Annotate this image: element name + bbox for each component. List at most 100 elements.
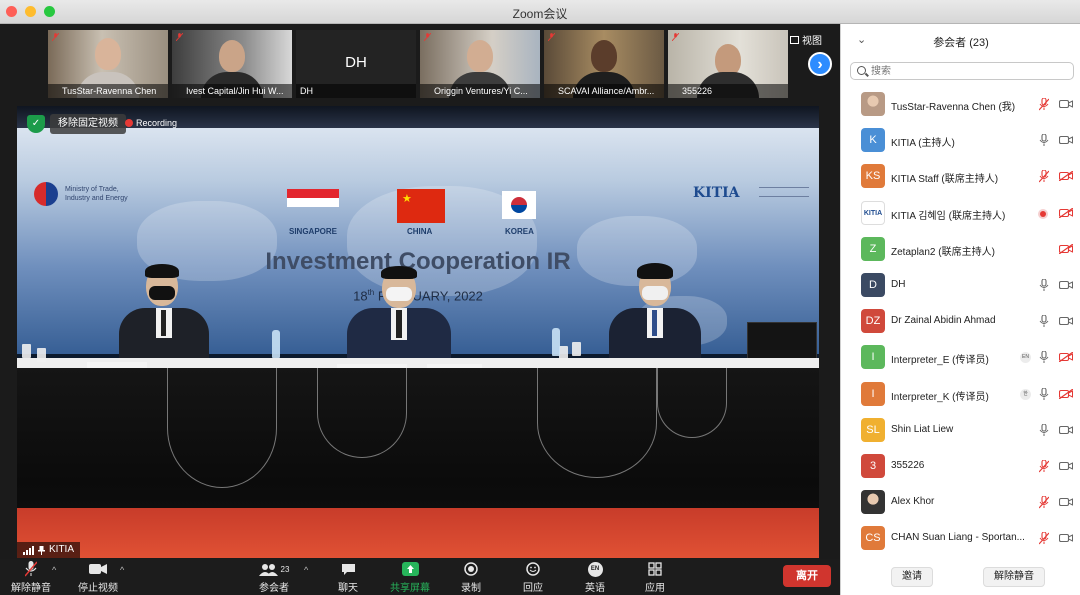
participant-name: Zetaplan2 (联席主持人) — [891, 246, 995, 258]
search-input[interactable] — [871, 64, 1066, 78]
kitia-logo-avatar: KITIA — [861, 200, 885, 225]
participants-options-caret[interactable]: ^ — [304, 565, 308, 575]
reactions-button[interactable]: 回应 — [520, 561, 546, 594]
video-camera-icon[interactable] — [1059, 425, 1073, 435]
avatar: CS — [861, 526, 885, 551]
mic-muted-icon — [176, 33, 183, 41]
participant-row[interactable]: KITIA KITIA 김혜임 (联席主持人) — [841, 195, 1080, 231]
mic-icon[interactable] — [1039, 423, 1049, 437]
flag-label: KOREA — [505, 227, 534, 236]
participant-row[interactable]: I Interpreter_K (传译员) 한 — [841, 376, 1080, 412]
participants-icon — [258, 563, 278, 576]
avatar: I — [861, 345, 885, 370]
video-camera-icon[interactable] — [1059, 497, 1073, 507]
avatar — [861, 490, 885, 515]
participants-button[interactable]: 23 参会者 — [256, 561, 292, 594]
video-camera-icon[interactable] — [1059, 316, 1073, 326]
participant-row[interactable]: 3 355226 — [841, 448, 1080, 484]
share-screen-icon — [401, 562, 419, 576]
participant-row[interactable]: CS CHAN Suan Liang - Sportan... — [841, 520, 1080, 556]
search-box[interactable] — [850, 62, 1074, 80]
participant-name: Interpreter_K (传译员) — [891, 391, 989, 403]
view-button[interactable]: 视图 — [790, 32, 822, 47]
record-button[interactable]: 录制 — [458, 561, 484, 594]
video-tile[interactable]: Origgin Ventures/Yi C... — [420, 30, 540, 98]
mic-muted-icon[interactable] — [1039, 532, 1049, 545]
shield-icon: ✓ — [27, 115, 45, 133]
panel-title: 参会者 (23) — [933, 37, 989, 49]
video-off-icon[interactable] — [1059, 243, 1073, 254]
chat-button[interactable]: 聊天 — [334, 561, 362, 594]
video-off-icon[interactable] — [1059, 388, 1073, 399]
video-tile[interactable]: TusStar-Ravenna Chen — [48, 30, 168, 98]
apps-button[interactable]: 应用 — [642, 561, 668, 594]
participant-name: Shin Liat Liew — [891, 423, 954, 435]
video-options-caret[interactable]: ^ — [120, 565, 124, 575]
mic-icon[interactable] — [1039, 134, 1049, 147]
mic-icon[interactable] — [1039, 387, 1049, 401]
mic-muted-icon[interactable] — [1039, 98, 1049, 111]
recording-icon — [1040, 210, 1046, 217]
participant-row[interactable]: Z Zetaplan2 (联席主持人) — [841, 231, 1080, 267]
ministry-logo — [34, 182, 58, 206]
avatar: SL — [861, 417, 885, 442]
language-button[interactable]: EN 英语 — [582, 561, 608, 594]
audio-options-caret[interactable]: ^ — [52, 565, 56, 575]
mic-muted-icon — [25, 561, 37, 577]
unmute-all-button[interactable]: 解除静音 — [983, 567, 1045, 587]
participant-row[interactable]: TusStar-Ravenna Chen (我) — [841, 86, 1080, 122]
tile-name: TusStar-Ravenna Chen — [48, 84, 168, 98]
mic-icon[interactable] — [1039, 278, 1049, 292]
video-camera-icon — [89, 564, 107, 574]
participant-name: TusStar-Ravenna Chen (我) — [891, 102, 1016, 113]
mic-muted-icon — [424, 33, 431, 41]
unpin-video-button[interactable]: 移除固定视频 — [50, 114, 126, 134]
stage-carpet — [17, 508, 819, 558]
participant-row[interactable]: DZ Dr Zainal Abidin Ahmad — [841, 303, 1080, 339]
pinned-video[interactable]: ✓ 移除固定视频 Recording Ministry of Trade, In… — [17, 106, 819, 558]
mic-muted-icon — [52, 33, 59, 41]
video-off-icon[interactable] — [1059, 207, 1073, 218]
mic-muted-icon[interactable] — [1039, 496, 1049, 509]
participant-name: Dr Zainal Abidin Ahmad — [891, 315, 996, 327]
video-camera-icon[interactable] — [1059, 461, 1073, 471]
mic-icon[interactable] — [1039, 351, 1049, 364]
zoom-window: Zoom会议 TusStar-Ravenna Chen Ivest Capita… — [0, 0, 1080, 595]
avatar: D — [861, 272, 885, 297]
participant-row[interactable]: K KITIA (主持人) — [841, 122, 1080, 158]
pin-icon — [38, 545, 45, 555]
apps-icon — [648, 562, 662, 576]
participant-row[interactable]: KS KITIA Staff (联席主持人) — [841, 158, 1080, 194]
video-tile[interactable]: 355226 — [668, 30, 788, 98]
video-tile[interactable]: DH DH — [296, 30, 416, 98]
stop-video-button[interactable]: 停止视频 — [76, 561, 120, 594]
participant-name: Interpreter_E (传译员) — [891, 355, 989, 367]
video-off-icon[interactable] — [1059, 171, 1073, 182]
tile-name: Origgin Ventures/Yi C... — [420, 84, 540, 98]
video-off-icon[interactable] — [1059, 352, 1073, 363]
unmute-button[interactable]: 解除静音 — [10, 561, 52, 594]
participant-row[interactable]: SL Shin Liat Liew — [841, 412, 1080, 448]
video-tile[interactable]: SCAVAI Alliance/Ambr... — [544, 30, 664, 98]
video-camera-icon[interactable] — [1059, 99, 1073, 109]
next-page-button[interactable]: › — [808, 52, 832, 76]
mic-muted-icon[interactable] — [1039, 170, 1049, 183]
participant-row[interactable]: I Interpreter_E (传译员) EN — [841, 339, 1080, 375]
video-camera-icon[interactable] — [1059, 280, 1073, 290]
share-screen-button[interactable]: 共享屏幕 — [388, 561, 432, 594]
panelist-center — [347, 266, 451, 370]
video-camera-icon[interactable] — [1059, 135, 1073, 145]
china-flag: ★ — [397, 189, 445, 223]
panel-footer: 邀请 解除静音 — [841, 563, 1080, 595]
participant-name: KITIA 김혜임 (联席主持人) — [891, 210, 1006, 222]
participant-row[interactable]: D DH — [841, 267, 1080, 303]
participant-row[interactable]: Alex Khor — [841, 484, 1080, 520]
video-tile[interactable]: Ivest Capital/Jin Hui W... — [172, 30, 292, 98]
participant-name: DH — [891, 278, 906, 290]
invite-button[interactable]: 邀请 — [891, 567, 933, 587]
mic-icon[interactable] — [1039, 315, 1049, 328]
video-camera-icon[interactable] — [1059, 533, 1073, 543]
window-title: Zoom会议 — [512, 7, 568, 21]
mic-muted-icon[interactable] — [1039, 459, 1049, 473]
leave-button[interactable]: 离开 — [783, 565, 831, 587]
